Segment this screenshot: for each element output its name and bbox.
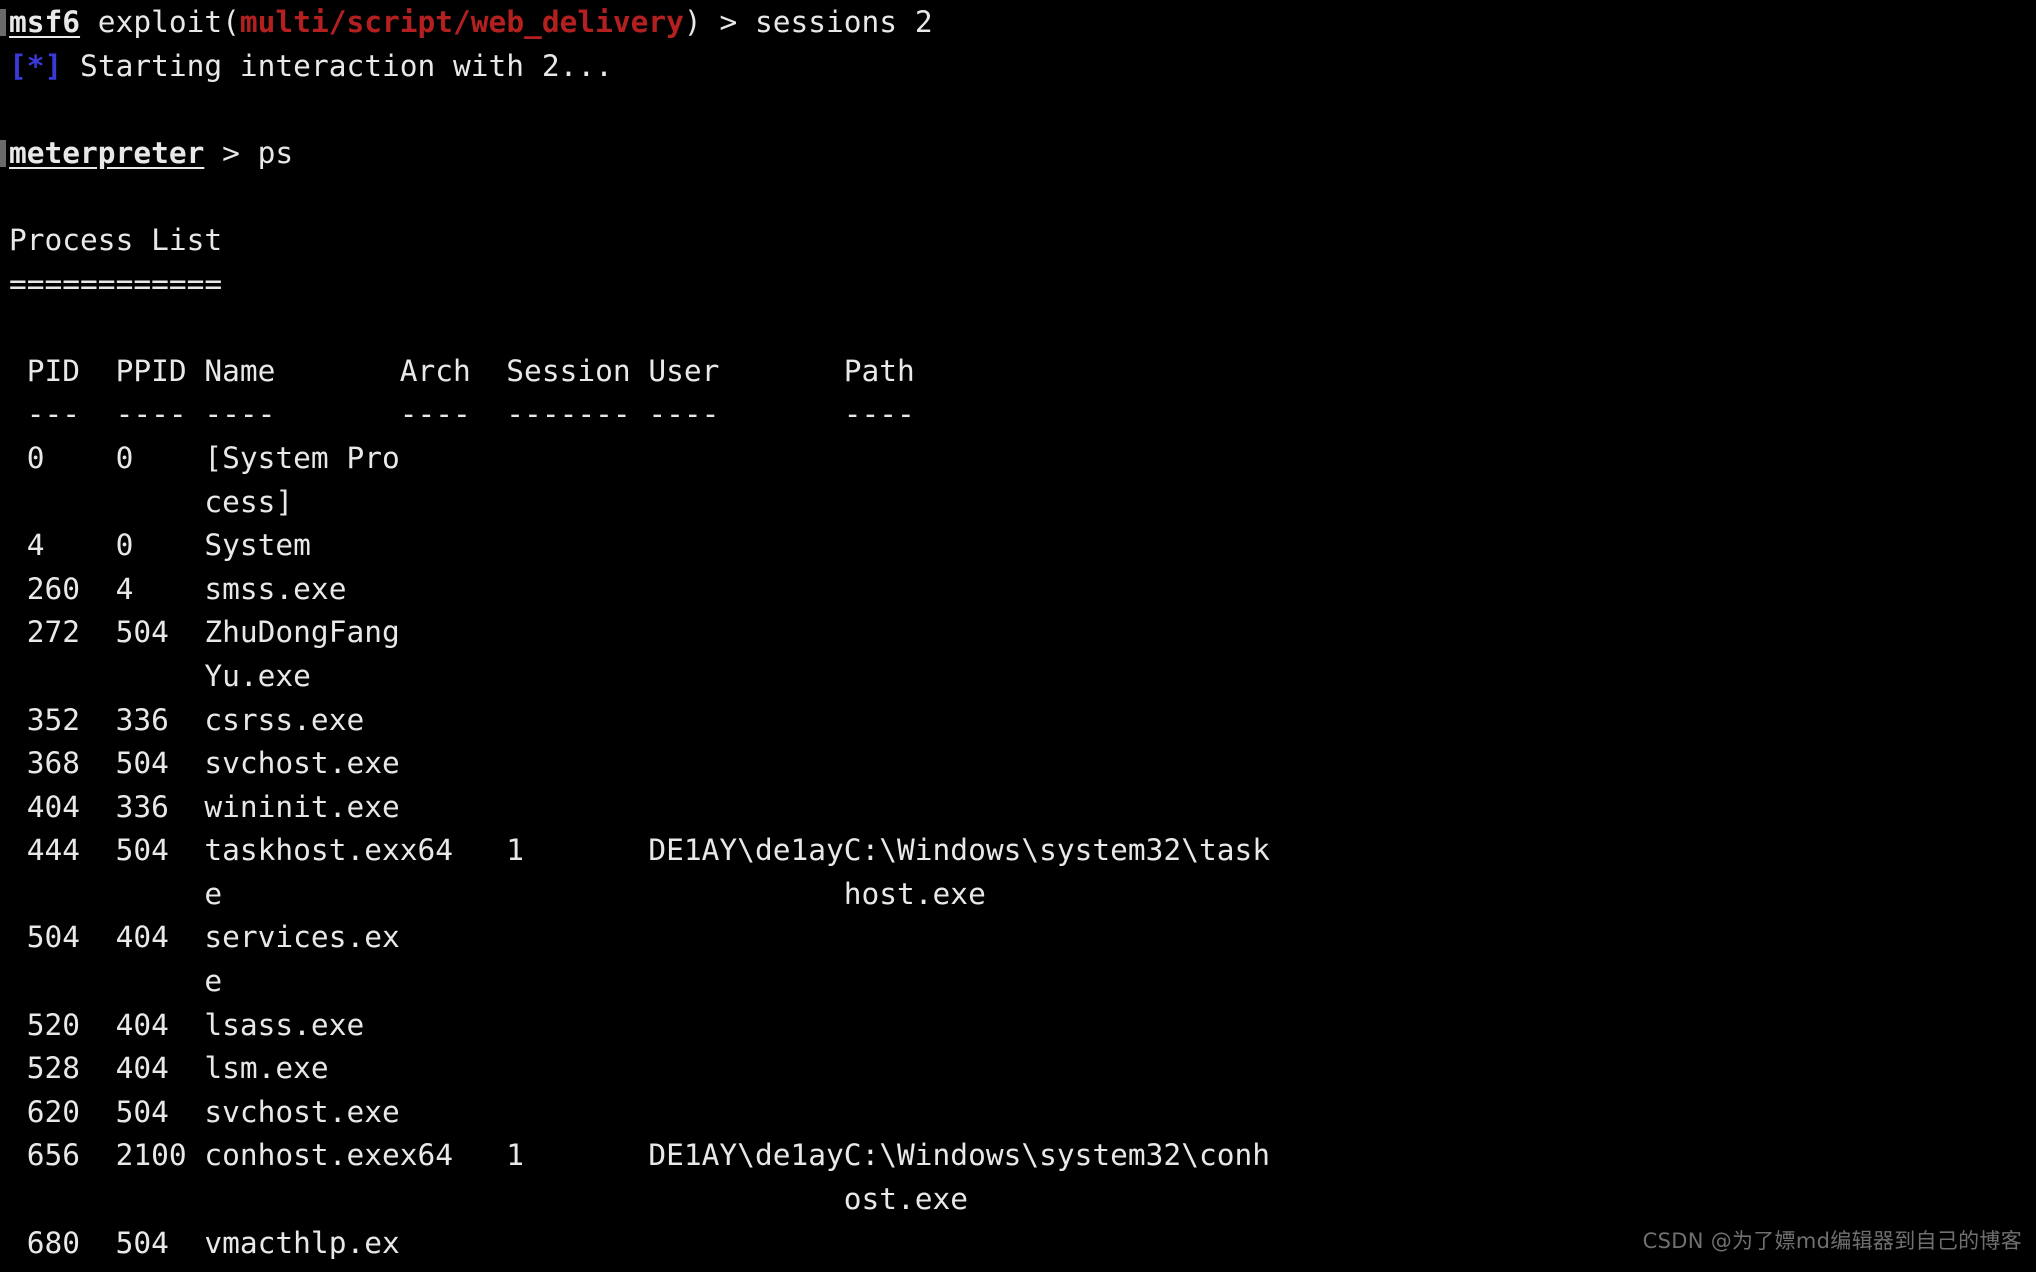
table-row-text: 352 336 csrss.exe <box>9 702 365 737</box>
table-row: 352 336 csrss.exe <box>0 699 2036 743</box>
meterpreter-command: ps <box>257 135 294 170</box>
section-underline: ============ <box>0 263 2036 307</box>
table-separator-line: --- ---- ---- ---- ------- ---- ---- <box>9 397 915 432</box>
table-row-text: 504 404 services.ex <box>9 920 400 955</box>
table-row-continuation-text: e host.exe <box>9 876 986 911</box>
table-row-continuation: e <box>0 960 2036 1004</box>
msf-module-path: multi/script/web_delivery <box>239 5 684 39</box>
watermark: CSDN @为了嫖md编辑器到自己的博客 <box>1642 1229 2022 1254</box>
table-row: 528 404 lsm.exe <box>0 1047 2036 1091</box>
section-underline-text: ============ <box>9 266 223 301</box>
terminal-window[interactable]: msf6 exploit(multi/script/web_delivery) … <box>0 0 2036 1272</box>
table-header-line: PID PPID Name Arch Session User Path <box>9 353 915 388</box>
status-marker-icon: [*] <box>9 48 63 83</box>
table-row: 520 404 lsass.exe <box>0 1004 2036 1048</box>
terminal-screen: msf6 exploit(multi/script/web_delivery) … <box>0 0 2036 1265</box>
table-row-text: 656 2100 conhost.exex64 1 DE1AY\de1ayC:\… <box>9 1138 1270 1173</box>
table-row-text: 404 336 wininit.exe <box>9 789 400 824</box>
table-row-continuation: ost.exe <box>0 1178 2036 1222</box>
table-row-text: 272 504 ZhuDongFang <box>9 615 400 650</box>
meterpreter-prompt-line: meterpreter > ps <box>0 132 2036 176</box>
msf-command: sessions 2 <box>754 5 933 39</box>
msf-prompt-line: msf6 exploit(multi/script/web_delivery) … <box>0 1 2036 45</box>
table-row-continuation: e host.exe <box>0 873 2036 917</box>
msf-exploit-keyword: exploit( <box>80 5 240 39</box>
table-header-row: PID PPID Name Arch Session User Path <box>0 350 2036 394</box>
table-row-continuation-text: Yu.exe <box>9 658 311 693</box>
table-row: 444 504 taskhost.exx64 1 DE1AY\de1ayC:\W… <box>0 829 2036 873</box>
status-text: Starting interaction with 2... <box>62 48 613 83</box>
cursor-artifact <box>0 9 6 36</box>
msf-caret: > <box>701 5 755 39</box>
cursor-artifact-2 <box>0 139 6 167</box>
msf-close-paren: ) <box>683 5 702 39</box>
table-row-continuation-text: e <box>9 964 223 999</box>
table-row-text: 444 504 taskhost.exx64 1 DE1AY\de1ayC:\W… <box>9 833 1270 868</box>
table-row-text: 520 404 lsass.exe <box>9 1007 365 1042</box>
meterpreter-caret: > <box>204 135 258 170</box>
table-row: 272 504 ZhuDongFang <box>0 611 2036 655</box>
table-row-text: 0 0 [System Pro <box>9 440 400 475</box>
table-row-text: 260 4 smss.exe <box>9 571 347 606</box>
msf-shell-label: msf6 <box>9 5 81 39</box>
table-row-text: 368 504 svchost.exe <box>9 746 400 781</box>
table-row: 368 504 svchost.exe <box>0 742 2036 786</box>
table-separator-row: --- ---- ---- ---- ------- ---- ---- <box>0 393 2036 437</box>
table-row: 4 0 System <box>0 524 2036 568</box>
table-row-continuation-text: ost.exe <box>9 1182 969 1217</box>
table-row: 0 0 [System Pro <box>0 437 2036 481</box>
table-row-continuation-text: cess] <box>9 484 294 519</box>
table-row-text: 620 504 svchost.exe <box>9 1094 400 1129</box>
table-row-text: 4 0 System <box>9 528 311 563</box>
section-title-text: Process List <box>9 222 223 257</box>
table-body: 0 0 [System Pro cess] 4 0 System 260 4 s… <box>0 437 2036 1265</box>
table-row: 260 4 smss.exe <box>0 568 2036 612</box>
table-row-continuation: cess] <box>0 481 2036 525</box>
section-title: Process List <box>0 219 2036 263</box>
table-row: 504 404 services.ex <box>0 916 2036 960</box>
table-row: 404 336 wininit.exe <box>0 786 2036 830</box>
table-row-continuation: Yu.exe <box>0 655 2036 699</box>
status-line: [*] Starting interaction with 2... <box>0 45 2036 89</box>
table-row-text: 528 404 lsm.exe <box>9 1051 329 1086</box>
table-row-text: 680 504 vmacthlp.ex <box>9 1225 400 1260</box>
table-row: 656 2100 conhost.exex64 1 DE1AY\de1ayC:\… <box>0 1134 2036 1178</box>
meterpreter-prompt-label: meterpreter <box>9 135 205 170</box>
table-row: 620 504 svchost.exe <box>0 1091 2036 1135</box>
